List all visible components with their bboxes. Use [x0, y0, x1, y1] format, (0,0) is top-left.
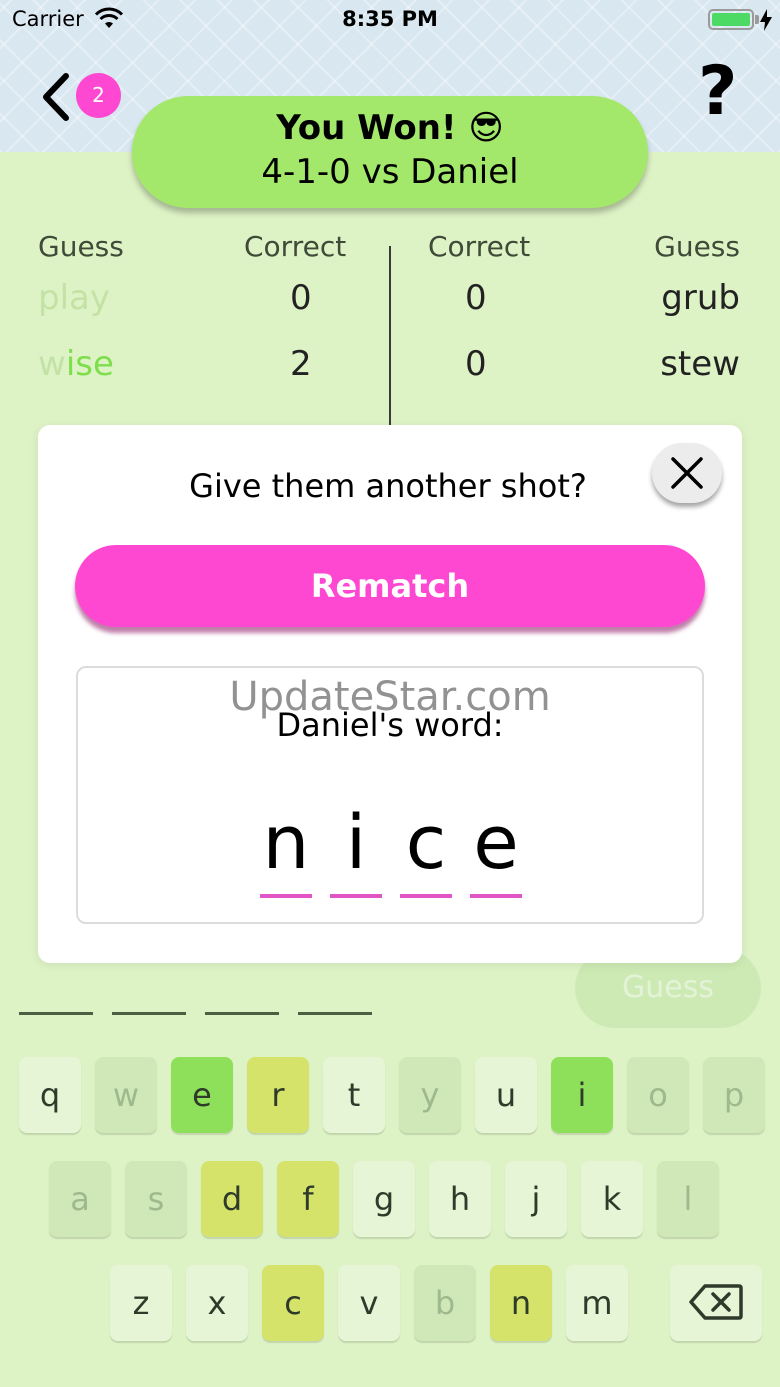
key-y[interactable]: y	[399, 1057, 461, 1133]
key-b[interactable]: b	[414, 1265, 476, 1341]
key-g[interactable]: g	[353, 1161, 415, 1237]
right-correct-cell: 0	[465, 344, 487, 384]
right-guess-cell: grub	[661, 278, 740, 318]
opponent-word-card: UpdateStar.com Daniel's word: n i c e	[76, 666, 704, 924]
battery-cap	[755, 15, 759, 24]
guess-letter-hit: s	[75, 344, 93, 384]
word-letter: n	[260, 788, 312, 898]
status-time: 8:35 PM	[342, 7, 438, 31]
help-button[interactable]: ?	[698, 58, 737, 126]
right-correct-header: Correct	[428, 230, 531, 263]
status-bar: Carrier 8:35 PM	[0, 0, 780, 40]
key-e[interactable]: e	[171, 1057, 233, 1133]
key-q[interactable]: q	[19, 1057, 81, 1133]
delete-key[interactable]	[670, 1265, 762, 1341]
left-guess-cell: play	[38, 278, 110, 318]
opponent-word: n i c e	[260, 788, 540, 898]
key-n[interactable]: n	[490, 1265, 552, 1341]
charging-bolt-icon	[760, 9, 772, 31]
key-d[interactable]: d	[201, 1161, 263, 1237]
key-l[interactable]: l	[657, 1161, 719, 1237]
key-h[interactable]: h	[429, 1161, 491, 1237]
battery-icon	[708, 9, 754, 30]
key-c[interactable]: c	[262, 1265, 324, 1341]
right-correct-cell: 0	[465, 278, 487, 318]
key-t[interactable]: t	[323, 1057, 385, 1133]
right-guess-cell: stew	[660, 344, 740, 384]
key-o[interactable]: o	[627, 1057, 689, 1133]
key-v[interactable]: v	[338, 1265, 400, 1341]
left-correct-cell: 0	[290, 278, 312, 318]
word-letter: i	[330, 788, 382, 898]
key-j[interactable]: j	[505, 1161, 567, 1237]
guess-letter-hit: i	[65, 344, 76, 384]
word-letter: c	[400, 788, 452, 898]
key-u[interactable]: u	[475, 1057, 537, 1133]
close-icon	[671, 457, 703, 489]
left-guess-header: Guess	[38, 230, 124, 263]
key-s[interactable]: s	[125, 1161, 187, 1237]
modal-question: Give them another shot?	[189, 467, 587, 505]
board-divider	[389, 246, 391, 446]
key-k[interactable]: k	[581, 1161, 643, 1237]
rematch-modal: Give them another shot? Rematch UpdateSt…	[38, 425, 742, 963]
left-guess-cell: wise	[38, 344, 114, 384]
notification-badge: 2	[76, 73, 121, 118]
close-button[interactable]	[652, 443, 722, 503]
guess-slot	[112, 1012, 186, 1015]
result-score: 4-1-0 vs Daniel	[261, 152, 519, 192]
result-banner: You Won! 😎 4-1-0 vs Daniel	[132, 96, 648, 208]
guess-slot	[19, 1012, 93, 1015]
key-m[interactable]: m	[566, 1265, 628, 1341]
key-p[interactable]: p	[703, 1057, 765, 1133]
right-guess-header: Guess	[654, 230, 740, 263]
result-title: You Won! 😎	[276, 108, 504, 148]
left-correct-header: Correct	[244, 230, 347, 263]
guess-letter: w	[38, 344, 66, 384]
key-a[interactable]: a	[49, 1161, 111, 1237]
guess-letter-hit: e	[92, 344, 114, 384]
key-x[interactable]: x	[186, 1265, 248, 1341]
backspace-icon	[689, 1284, 743, 1320]
key-i[interactable]: i	[551, 1057, 613, 1133]
guess-slot	[205, 1012, 279, 1015]
key-r[interactable]: r	[247, 1057, 309, 1133]
opponent-word-label: Daniel's word:	[276, 706, 504, 744]
left-correct-cell: 2	[290, 344, 312, 384]
guess-slot	[298, 1012, 372, 1015]
key-z[interactable]: z	[110, 1265, 172, 1341]
word-letter: e	[470, 788, 522, 898]
rematch-button[interactable]: Rematch	[75, 545, 705, 627]
key-f[interactable]: f	[277, 1161, 339, 1237]
key-w[interactable]: w	[95, 1057, 157, 1133]
